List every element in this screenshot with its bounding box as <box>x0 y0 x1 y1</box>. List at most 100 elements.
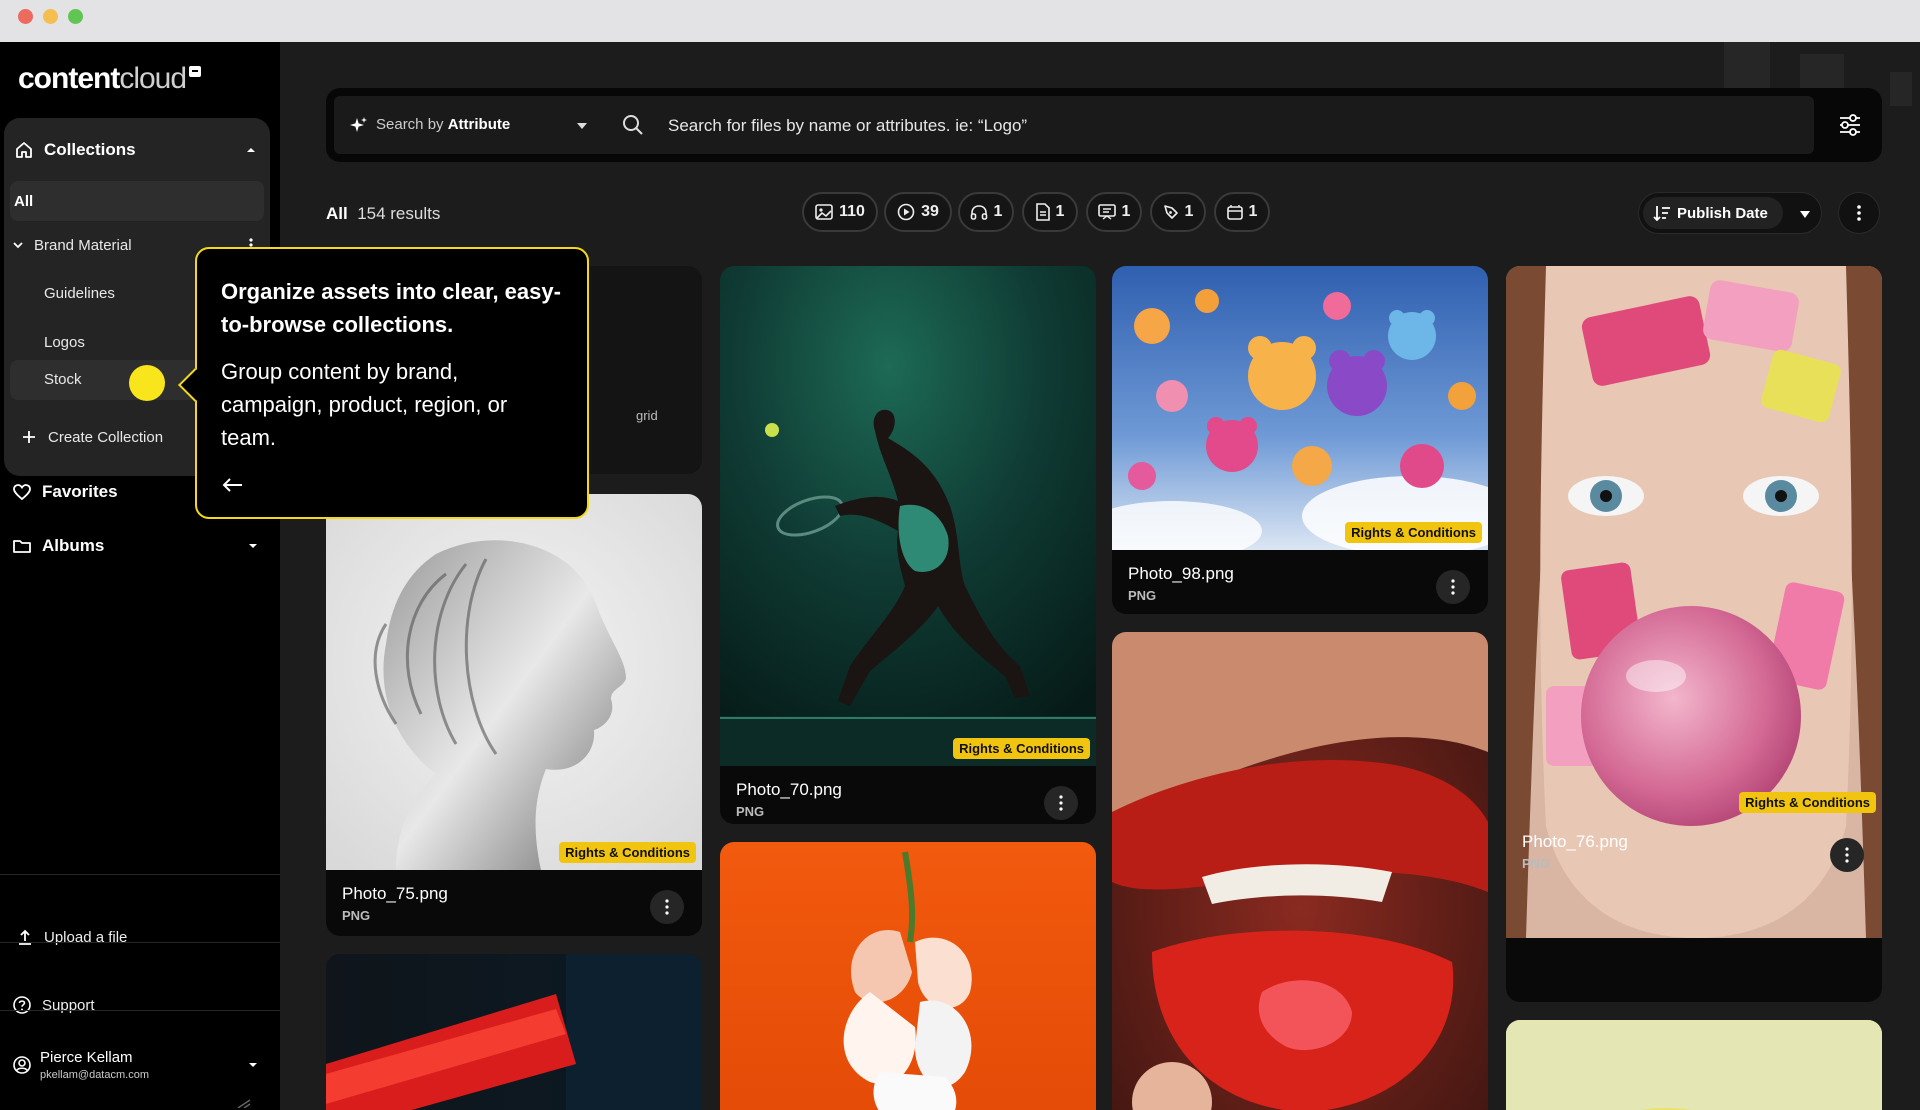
search-mode-dropdown[interactable]: Search by Attribute <box>334 96 604 154</box>
sort-button[interactable]: Publish Date <box>1643 197 1783 229</box>
photo-thumbnail <box>1112 632 1488 1110</box>
asset-card-photo98[interactable]: Rights & Conditions Photo_98.png PNG <box>1112 266 1488 614</box>
card-partial-text: grid <box>636 408 658 423</box>
rights-conditions-badge: Rights & Conditions <box>1345 522 1482 543</box>
caret-up-icon[interactable] <box>246 145 256 155</box>
sidebar-item-logos[interactable]: Logos <box>44 327 85 357</box>
search-mode-value: Attribute <box>447 116 511 133</box>
card-menu-button[interactable] <box>1044 786 1078 820</box>
filter-chip-vectors[interactable]: 1 <box>1150 192 1206 232</box>
user-email: pkellam@datacm.com <box>40 1069 149 1081</box>
onboarding-hotspot[interactable] <box>129 365 165 401</box>
asset-card-photo70[interactable]: Rights & Conditions Photo_70.png PNG <box>720 266 1096 824</box>
caret-down-icon[interactable] <box>248 541 258 551</box>
resize-handle-icon[interactable] <box>236 1098 252 1108</box>
filter-chip-videos[interactable]: 39 <box>884 192 952 232</box>
main-content: Search by Attribute Search for files by … <box>280 42 1920 1110</box>
home-icon <box>16 142 32 158</box>
photo-thumbnail <box>326 954 702 1110</box>
close-window-button[interactable] <box>18 9 33 24</box>
caret-down-icon[interactable] <box>248 1060 258 1070</box>
arrow-left-icon[interactable] <box>221 477 243 493</box>
search-input[interactable]: Search for files by name or attributes. … <box>604 96 1814 154</box>
file-name: Photo_98.png <box>1128 564 1234 583</box>
rights-conditions-badge: Rights & Conditions <box>559 842 696 863</box>
tooltip-body: Group content by brand, campaign, produc… <box>221 359 508 450</box>
chip-count: 1 <box>1248 203 1258 220</box>
sidebar: content cloud Collections All Brand Mater… <box>0 42 280 1110</box>
sidebar-item-favorites[interactable]: Favorites <box>12 472 118 512</box>
user-icon <box>13 1056 31 1074</box>
chip-count: 1 <box>1121 203 1131 220</box>
caret-down-icon <box>577 123 587 129</box>
filter-chip-images[interactable]: 110 <box>802 192 878 232</box>
results-summary: All 154 results <box>326 204 440 224</box>
video-icon <box>897 203 915 221</box>
photo-thumbnail <box>1112 266 1488 550</box>
presentation-icon <box>1097 204 1116 220</box>
chevron-down-icon[interactable] <box>12 239 24 251</box>
chip-count: 1 <box>1184 203 1194 220</box>
rights-conditions-badge: Rights & Conditions <box>953 738 1090 759</box>
audio-icon <box>970 205 987 220</box>
card-menu-button[interactable] <box>1436 570 1470 604</box>
sort-icon <box>1653 206 1670 221</box>
search-placeholder: Search for files by name or attributes. … <box>668 116 1028 135</box>
photo-thumbnail <box>326 494 702 870</box>
photo-thumbnail <box>720 842 1096 1110</box>
collections-header[interactable]: Collections <box>14 130 264 170</box>
filter-settings-icon[interactable] <box>1838 114 1862 136</box>
upload-icon <box>19 929 31 945</box>
file-type: PNG <box>1522 856 1551 871</box>
file-name: Photo_76.png <box>1522 832 1628 851</box>
image-icon <box>815 204 833 220</box>
file-name: Photo_75.png <box>342 884 448 903</box>
divider <box>0 1010 280 1011</box>
filter-chip-presentations[interactable]: 1 <box>1086 192 1142 232</box>
sort-dropdown[interactable]: Publish Date <box>1638 192 1822 234</box>
filter-chip-audio[interactable]: 1 <box>958 192 1014 232</box>
upload-file-button[interactable]: Upload a file <box>16 922 127 952</box>
collections-label: Collections <box>44 140 136 159</box>
heart-icon <box>13 484 31 501</box>
favorites-label: Favorites <box>42 482 118 501</box>
asset-card-lips[interactable] <box>1112 632 1488 1110</box>
file-type: PNG <box>342 908 371 923</box>
asset-card-flower[interactable] <box>720 842 1096 1110</box>
search-bar: Search by Attribute Search for files by … <box>326 88 1882 162</box>
top-bar-block <box>1800 54 1844 88</box>
divider <box>0 942 280 943</box>
logo-badge-icon <box>189 66 202 77</box>
filter-chip-templates[interactable]: 1 <box>1214 192 1270 232</box>
logo[interactable]: content cloud <box>18 62 202 96</box>
card-menu-button[interactable] <box>1830 838 1864 872</box>
user-menu[interactable]: Pierce Kellam pkellam@datacm.com <box>12 1042 264 1088</box>
logo-text-light: cloud <box>119 62 187 95</box>
caret-down-icon[interactable] <box>1799 210 1811 219</box>
minimize-window-button[interactable] <box>43 9 58 24</box>
file-name: Photo_70.png <box>736 780 842 799</box>
vector-icon <box>1163 205 1178 219</box>
asset-card-photo76[interactable]: Rights & Conditions Photo_76.png PNG <box>1506 266 1882 1002</box>
asset-card-yellow[interactable] <box>1506 1020 1882 1110</box>
support-link[interactable]: Support <box>12 990 95 1020</box>
sidebar-item-label: Guidelines <box>44 284 115 302</box>
asset-card-photo75[interactable]: Rights & Conditions Photo_75.png PNG <box>326 494 702 936</box>
sparkle-icon <box>350 117 367 132</box>
card-menu-button[interactable] <box>650 890 684 924</box>
create-collection-button[interactable]: Create Collection <box>22 422 163 452</box>
sidebar-item-albums[interactable]: Albums <box>12 526 264 566</box>
create-collection-label: Create Collection <box>48 428 164 446</box>
search-icon <box>623 115 643 135</box>
sort-label: Publish Date <box>1677 205 1768 222</box>
more-vertical-icon <box>1845 847 1849 863</box>
more-vertical-icon <box>1059 795 1063 811</box>
sidebar-item-guidelines[interactable]: Guidelines <box>44 278 115 308</box>
maximize-window-button[interactable] <box>68 9 83 24</box>
more-options-button[interactable] <box>1838 192 1880 234</box>
filter-chip-documents[interactable]: 1 <box>1022 192 1078 232</box>
logo-text-bold: content <box>18 62 120 95</box>
sidebar-item-all[interactable]: All <box>10 181 264 221</box>
document-icon <box>1035 203 1050 221</box>
asset-card-abstract[interactable] <box>326 954 702 1110</box>
